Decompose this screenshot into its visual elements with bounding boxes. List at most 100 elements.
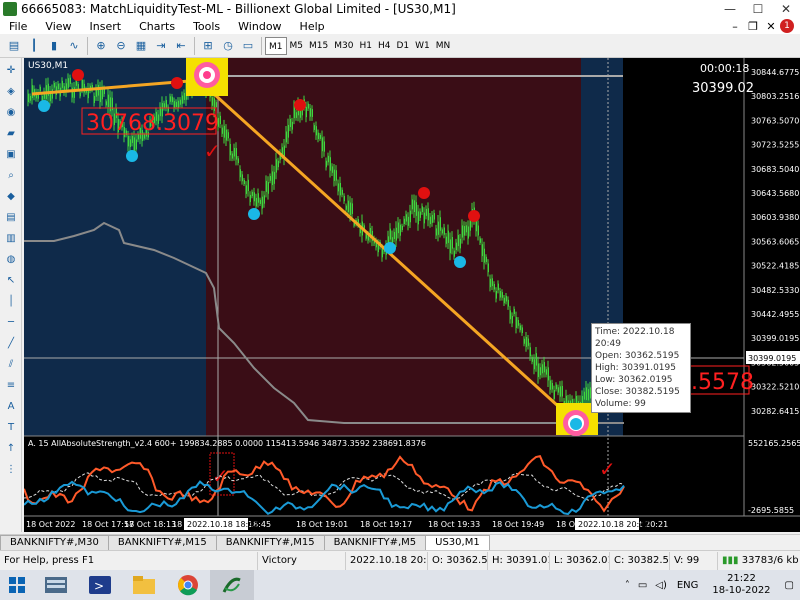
timeframe-m1-button[interactable]: M1: [265, 36, 287, 55]
candle-chart-icon[interactable]: ▮: [45, 37, 63, 55]
clock[interactable]: 21:22 18-10-2022: [704, 573, 778, 597]
time-axis-label: 18 Oct 2022: [26, 520, 75, 529]
timeframe-h1-button[interactable]: H1: [356, 37, 375, 55]
crosshair-icon[interactable]: ✛: [2, 61, 20, 79]
tab-us30-m1[interactable]: US30,M1: [425, 535, 490, 550]
svg-text:>: >: [94, 579, 104, 593]
maximize-button[interactable]: ☐: [744, 0, 772, 18]
window-title: 66665083: MatchLiquidityTest-ML - Billio…: [21, 2, 456, 16]
chrome-icon[interactable]: [166, 570, 210, 600]
minimize-button[interactable]: —: [716, 0, 744, 18]
windows-start-icon[interactable]: [0, 570, 34, 600]
menu-file[interactable]: File: [0, 20, 36, 33]
menu-insert[interactable]: Insert: [81, 20, 131, 33]
timeframe-mn-button[interactable]: MN: [433, 37, 454, 55]
new-chart-icon[interactable]: ▤: [5, 37, 23, 55]
tab-banknifty-m15[interactable]: BANKNIFTY#,M15: [107, 535, 217, 550]
mdi-restore-button[interactable]: ❐: [744, 20, 762, 33]
price-axis-label: 30643.5680: [751, 189, 799, 198]
chart-shift-icon[interactable]: ⇤: [172, 37, 190, 55]
alerts-icon[interactable]: ◆: [2, 187, 20, 205]
timeframe-m5-button[interactable]: M5: [287, 37, 307, 55]
indicator-axis-bottom: -2695.5855: [748, 506, 794, 515]
status-profile[interactable]: Victory: [258, 551, 346, 570]
templates-icon[interactable]: ▭: [239, 37, 257, 55]
mdi-minimize-button[interactable]: –: [726, 20, 744, 33]
price-axis-label: 30803.2516: [751, 92, 799, 101]
menu-charts[interactable]: Charts: [130, 20, 184, 33]
close-button[interactable]: ✕: [772, 0, 800, 18]
zoom-out-icon[interactable]: ⊖: [112, 37, 130, 55]
line-chart-icon[interactable]: ∿: [65, 37, 83, 55]
status-help: For Help, press F1: [0, 551, 258, 570]
timeframe-d1-button[interactable]: D1: [393, 37, 412, 55]
horizontal-line-icon[interactable]: ─: [2, 313, 20, 331]
current-price-large: 30399.02: [692, 81, 754, 96]
chart-window[interactable]: ✓ ✓ ✓ 30768.3079 30367.5578 US30,M1 00:0…: [24, 58, 800, 532]
cursor-icon[interactable]: ↖: [2, 271, 20, 289]
label-tool-icon[interactable]: T: [2, 418, 20, 436]
more-tools-icon[interactable]: ⋮: [2, 460, 20, 478]
menu-help[interactable]: Help: [291, 20, 334, 33]
strategy-tester-icon[interactable]: ▣: [2, 145, 20, 163]
timeframe-m15-button[interactable]: M15: [306, 37, 331, 55]
tooltip-volume: Volume: 99: [595, 399, 646, 409]
powershell-icon[interactable]: >: [78, 570, 122, 600]
vertical-line-icon[interactable]: │: [2, 292, 20, 310]
network-icon[interactable]: ▭: [634, 580, 651, 591]
mdi-close-button[interactable]: ✕: [762, 20, 780, 33]
history-icon[interactable]: ▤: [2, 208, 20, 226]
folder-icon[interactable]: ▰: [2, 124, 20, 142]
countdown-timer: 00:00:18: [700, 62, 749, 75]
navigator-icon[interactable]: ◈: [2, 82, 20, 100]
swing-low-marker: [248, 208, 260, 220]
search-icon[interactable]: ⌕: [2, 166, 20, 184]
check-mark: ✓: [204, 139, 221, 163]
check-mark: ✓: [599, 457, 616, 481]
timeframe-w1-button[interactable]: W1: [412, 37, 433, 55]
menu-tools[interactable]: Tools: [184, 20, 229, 33]
bar-chart-icon[interactable]: ┃: [25, 37, 43, 55]
timeframe-h4-button[interactable]: H4: [375, 37, 394, 55]
tab-banknifty-m30[interactable]: BANKNIFTY#,M30: [0, 535, 109, 550]
server-manager-icon[interactable]: [34, 570, 78, 600]
file-explorer-icon[interactable]: [122, 570, 166, 600]
journal-icon[interactable]: ▥: [2, 229, 20, 247]
tab-banknifty-m5[interactable]: BANKNIFTY#,M5: [323, 535, 427, 550]
price-axis-label: 30563.6065: [751, 237, 799, 246]
time-axis-label: 18: [172, 520, 182, 529]
tile-windows-icon[interactable]: ▦: [132, 37, 150, 55]
auto-scroll-icon[interactable]: ⇥: [152, 37, 170, 55]
clock-date: 18-10-2022: [712, 585, 771, 596]
signals-icon[interactable]: ◍: [2, 250, 20, 268]
text-tool-icon[interactable]: A: [2, 397, 20, 415]
price-chart[interactable]: ✓ ✓ ✓ 30768.3079 30367.5578 US30,M1 00:0…: [24, 58, 800, 532]
price-axis-label: 30522.4185: [751, 262, 799, 271]
menu-window[interactable]: Window: [229, 20, 290, 33]
periods-icon[interactable]: ◷: [219, 37, 237, 55]
language-indicator[interactable]: ENG: [671, 580, 705, 591]
market-watch-icon[interactable]: ◉: [2, 103, 20, 121]
tray-expand-icon[interactable]: ˄: [621, 580, 634, 591]
notification-badge[interactable]: 1: [780, 19, 794, 33]
trendline-icon[interactable]: ╱: [2, 334, 20, 352]
indicators-icon[interactable]: ⊞: [199, 37, 217, 55]
status-bar: For Help, press F1 Victory 2022.10.18 20…: [0, 550, 800, 570]
notifications-icon[interactable]: ▢: [779, 580, 800, 591]
fibonacci-icon[interactable]: ≡: [2, 376, 20, 394]
taskbar: > ˄ ▭ ◁) ENG 21:22 18-10-2022 ▢: [0, 570, 800, 600]
time-highlight-right: 2022.10.18 20:47: [578, 520, 649, 529]
volume-icon[interactable]: ◁): [651, 580, 671, 591]
metatrader-icon[interactable]: [210, 570, 254, 600]
channel-icon[interactable]: ⫽: [2, 355, 20, 373]
timeframe-m30-button[interactable]: M30: [331, 37, 356, 55]
swing-high-marker: [72, 69, 84, 81]
tooltip-high: High: 30391.0195: [595, 363, 676, 373]
tab-banknifty-m15-2[interactable]: BANKNIFTY#,M15: [215, 535, 325, 550]
zoom-in-icon[interactable]: ⊕: [92, 37, 110, 55]
arrow-tool-icon[interactable]: ↑: [2, 439, 20, 457]
price-axis-label: 30482.5330: [751, 286, 799, 295]
price-axis-label: 30844.6775: [751, 68, 799, 77]
data-tooltip: Time: 2022.10.18 20:49 Open: 30362.5195 …: [591, 323, 691, 413]
menu-view[interactable]: View: [36, 20, 80, 33]
